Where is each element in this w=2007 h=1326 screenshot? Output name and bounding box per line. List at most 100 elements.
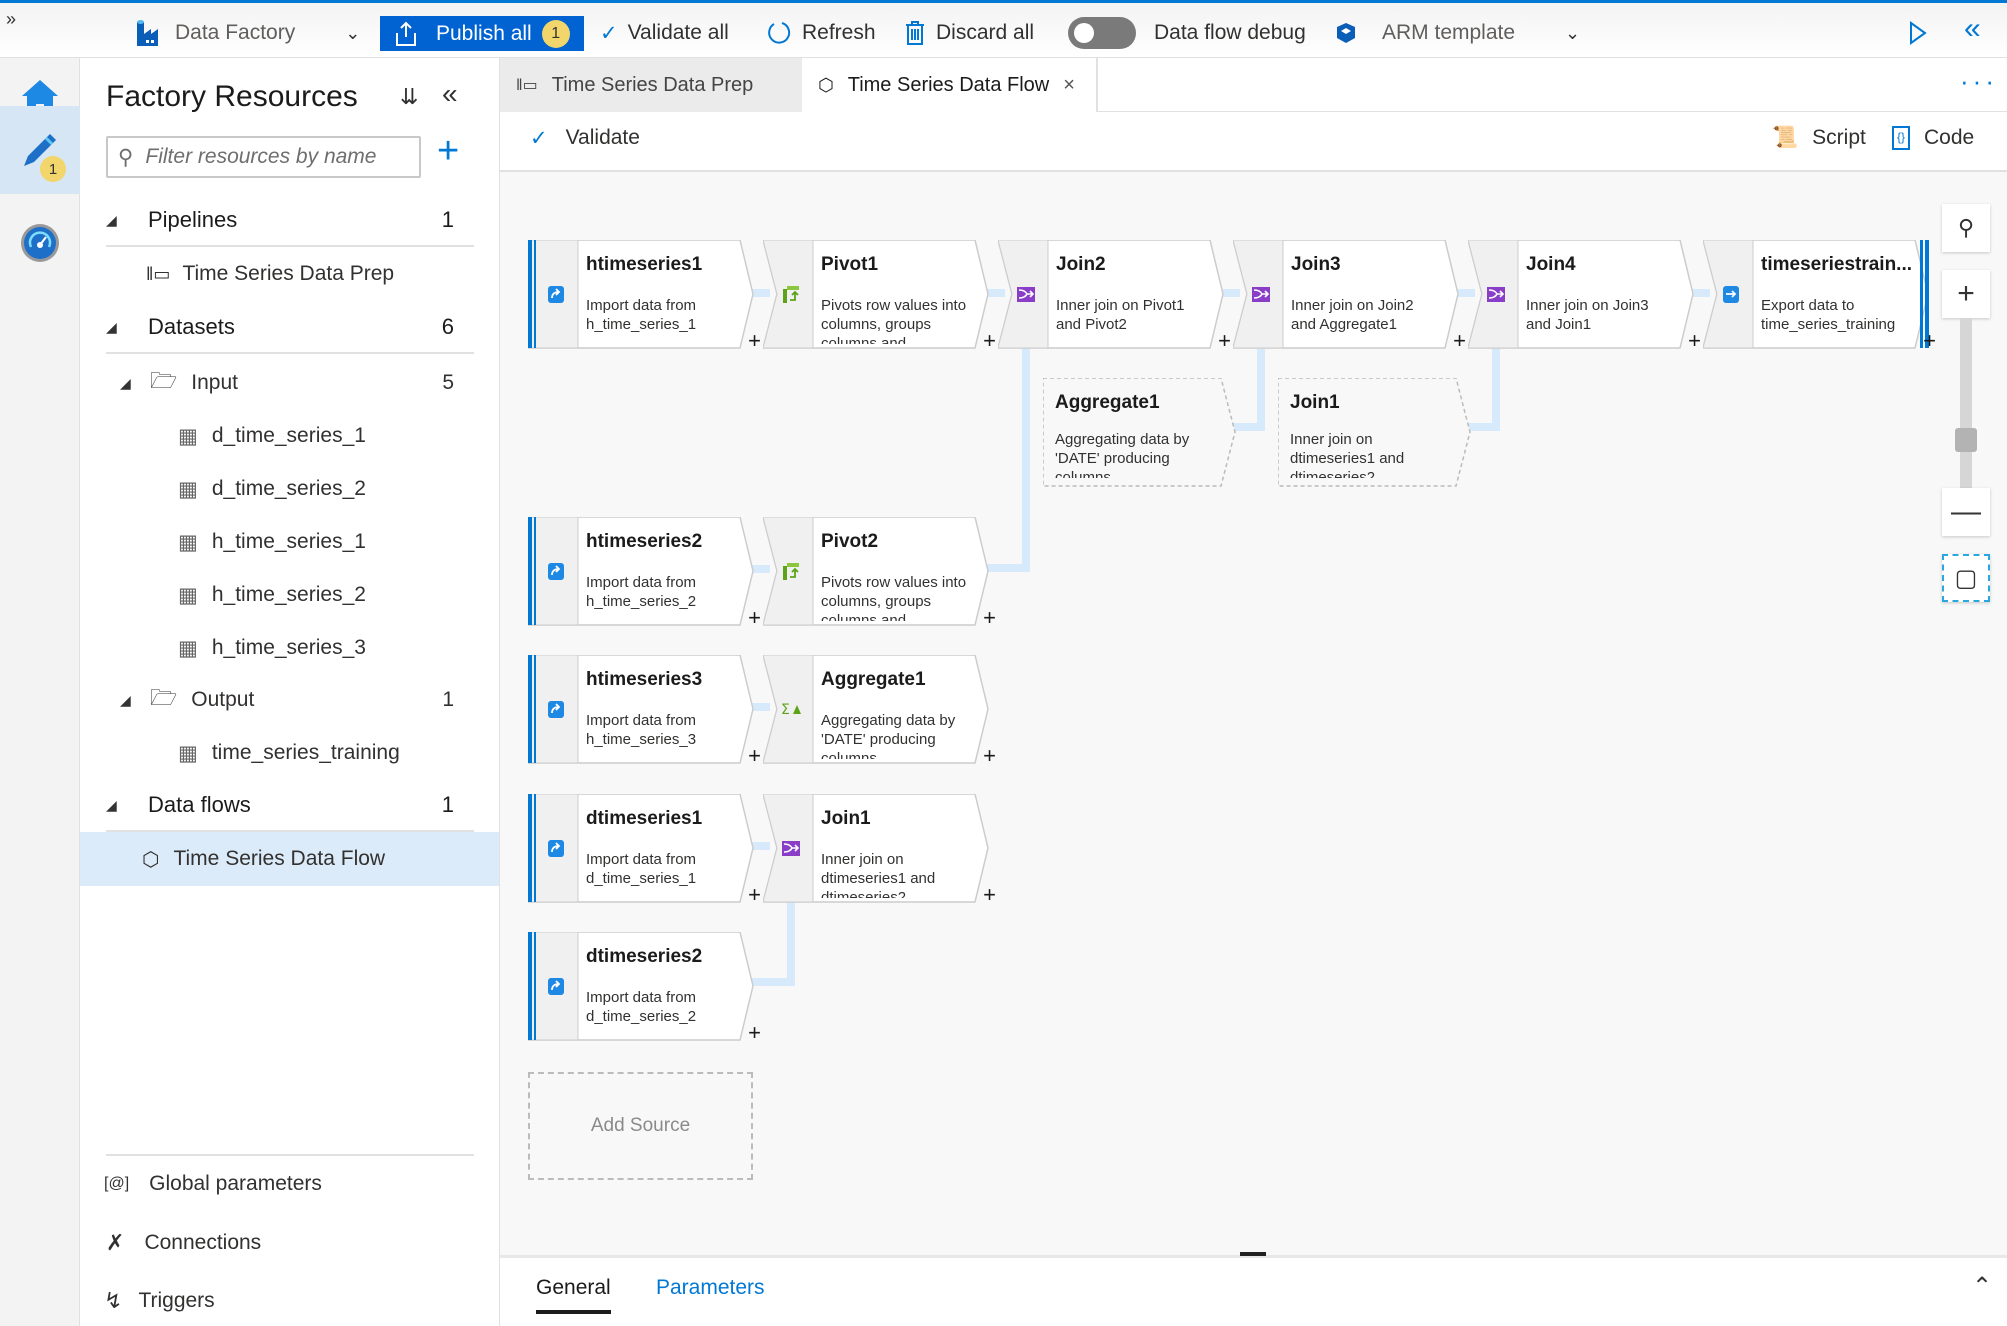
collapse-all-icon[interactable]: ⇊ — [400, 84, 418, 110]
add-transform-button[interactable]: + — [1688, 328, 1701, 354]
add-transform-button[interactable]: + — [748, 328, 761, 354]
tree-item-dataset[interactable]: ▦ time_series_training — [178, 733, 546, 773]
connector — [985, 564, 1030, 572]
reference-node[interactable]: Join1 Inner join on dtimeseries1 and dtim… — [1278, 378, 1503, 487]
transform-node[interactable]: dtimeseries1 Import data from d_time_seri… — [528, 794, 761, 907]
zoom-slider-track[interactable] — [1960, 318, 1972, 488]
run-icon[interactable] — [1908, 15, 1928, 51]
expand-rail-icon[interactable]: » — [6, 1, 16, 37]
triggers-link[interactable]: ↯ Triggers — [104, 1288, 215, 1314]
tree-item-dataflow-selected[interactable]: ⬡ Time Series Data Flow — [80, 832, 499, 886]
zoom-out-button[interactable]: — — [1942, 488, 1990, 536]
tree-folder-input[interactable]: ◢ 🗁 Input 5 — [120, 363, 488, 403]
node-title: dtimeseries2 — [586, 946, 703, 967]
author-button[interactable]: 1 — [0, 106, 80, 194]
tab-time-series-data-prep[interactable]: ‖▭ Time Series Data Prep — [500, 58, 802, 112]
transform-node[interactable]: Pivot2 Pivots row values into columns, gr… — [763, 517, 996, 630]
transform-node[interactable]: Join3 Inner join on Join2 and Aggregate1 + — [1233, 240, 1466, 353]
arm-template-label: ARM template — [1382, 21, 1516, 44]
transform-node[interactable]: Join4 Inner join on Join3 and Join1 + — [1468, 240, 1701, 353]
validate-button[interactable]: ✓ Validate — [530, 126, 640, 151]
tree-item-dataset[interactable]: ▦ d_time_series_1 — [178, 416, 546, 456]
tree-item-pipeline[interactable]: ‖▭ Time Series Data Prep — [146, 254, 514, 294]
filter-resources-input[interactable]: ⚲ Filter resources by name — [106, 136, 421, 178]
transform-node[interactable]: Join2 Inner join on Pivot1 and Pivot2 + — [998, 240, 1231, 353]
tree-folder-output[interactable]: ◢ 🗁 Output 1 — [120, 680, 488, 720]
more-options-icon[interactable]: ··· — [1960, 66, 1998, 97]
global-parameters-link[interactable]: [@] Global parameters — [104, 1172, 322, 1196]
add-transform-button[interactable]: + — [748, 605, 761, 631]
top-toolbar: » Data Factory ⌄ Publish all 1 ✓ Validat… — [0, 0, 2007, 58]
discard-all-button[interactable]: Discard all — [904, 15, 1034, 51]
expand-caret-icon[interactable]: ◢ — [120, 375, 150, 392]
validate-all-button[interactable]: ✓ Validate all — [600, 15, 729, 51]
chevron-down-icon[interactable]: ⌄ — [1565, 23, 1580, 44]
expand-caret-icon[interactable]: ◢ — [120, 692, 150, 709]
toggle-switch[interactable] — [1068, 17, 1136, 49]
sink-icon — [1721, 284, 1741, 304]
reference-node[interactable]: Aggregate1 Aggregating data by 'DATE' pro… — [1043, 378, 1268, 487]
expand-caret-icon[interactable]: ◢ — [106, 319, 136, 336]
transform-node[interactable]: Join1 Inner join on dtimeseries1 and dtim… — [763, 794, 996, 907]
tree-item-dataset[interactable]: ▦ h_time_series_2 — [178, 575, 546, 615]
global-parameters-icon: [@] — [104, 1175, 130, 1192]
chevron-up-icon[interactable]: ⌃ — [1972, 1272, 1992, 1301]
zoom-slider-thumb[interactable] — [1955, 428, 1977, 452]
add-transform-button[interactable]: + — [983, 328, 996, 354]
expand-caret-icon[interactable]: ◢ — [106, 797, 136, 814]
resize-handle[interactable] — [1240, 1252, 1266, 1256]
expand-caret-icon[interactable]: ◢ — [106, 212, 136, 229]
tree-item-dataset[interactable]: ▦ h_time_series_1 — [178, 522, 546, 562]
add-transform-button[interactable]: + — [1923, 328, 1936, 354]
tree-pipelines[interactable]: ◢ Pipelines 1 — [106, 195, 474, 247]
publish-all-button[interactable]: Publish all 1 — [380, 16, 584, 51]
transform-node[interactable]: timeseriestrain... Export data to time_se… — [1703, 240, 1936, 353]
add-transform-button[interactable]: + — [983, 743, 996, 769]
tab-time-series-data-flow[interactable]: ⬡ Time Series Data Flow × — [802, 58, 1098, 112]
add-source-button[interactable]: Add Source — [528, 1072, 753, 1180]
collapse-icon[interactable]: « — [1964, 11, 1981, 47]
fit-to-screen-button[interactable]: ▢ — [1942, 554, 1990, 602]
search-canvas-button[interactable]: ⚲ — [1942, 204, 1990, 252]
zoom-in-button[interactable]: + — [1942, 270, 1990, 318]
data-flow-canvas[interactable]: htimeseries1 Import data from h_time_seri… — [500, 172, 2007, 1255]
data-flow-debug-toggle[interactable]: Data flow debug — [1068, 15, 1306, 51]
tree-count: 1 — [442, 688, 454, 711]
add-transform-button[interactable]: + — [983, 882, 996, 908]
tree-label: h_time_series_1 — [211, 530, 366, 553]
tree-dataflows[interactable]: ◢ Data flows 1 — [106, 780, 474, 832]
add-transform-button[interactable]: + — [748, 882, 761, 908]
connections-link[interactable]: ✗ Connections — [106, 1230, 261, 1256]
code-button[interactable]: {} Code — [1892, 126, 1974, 150]
refresh-button[interactable]: Refresh — [766, 15, 876, 51]
add-transform-button[interactable]: + — [1218, 328, 1231, 354]
add-transform-button[interactable]: + — [748, 743, 761, 769]
script-button[interactable]: 📜 Script — [1772, 126, 1866, 150]
add-transform-button[interactable]: + — [748, 1020, 761, 1046]
chevron-down-icon[interactable]: ⌄ — [345, 23, 360, 44]
table-icon: ▦ — [178, 741, 198, 765]
node-description: Import data from h_time_series_1 — [586, 297, 697, 333]
transform-node[interactable]: htimeseries1 Import data from h_time_seri… — [528, 240, 761, 353]
arm-template-button[interactable]: ARM template ⌄ — [1334, 15, 1580, 51]
factory-selector[interactable]: Data Factory ⌄ — [135, 15, 360, 51]
tab-label: General — [536, 1276, 611, 1299]
add-transform-button[interactable]: + — [1453, 328, 1466, 354]
transform-node[interactable]: dtimeseries2 Import data from d_time_seri… — [528, 932, 761, 1045]
monitor-button[interactable] — [0, 204, 80, 282]
close-icon[interactable]: × — [1063, 74, 1075, 97]
tree-datasets[interactable]: ◢ Datasets 6 — [106, 302, 474, 354]
add-resource-button[interactable]: + — [437, 130, 459, 173]
tab-general[interactable]: General — [536, 1276, 611, 1314]
tab-parameters[interactable]: Parameters — [656, 1276, 765, 1300]
transform-node[interactable]: Σ Aggregate1 Aggregating data by 'DATE' pr… — [763, 655, 996, 768]
transform-node[interactable]: htimeseries3 Import data from h_time_seri… — [528, 655, 761, 768]
transform-node[interactable]: Pivot1 Pivots row values into columns, gr… — [763, 240, 996, 353]
node-description: Aggregating data by 'DATE' producing col… — [821, 712, 956, 759]
tree-item-dataset[interactable]: ▦ h_time_series_3 — [178, 628, 546, 668]
transform-node[interactable]: htimeseries2 Import data from h_time_seri… — [528, 517, 761, 630]
add-transform-button[interactable]: + — [983, 605, 996, 631]
tree-item-dataset[interactable]: ▦ d_time_series_2 — [178, 469, 546, 509]
refresh-label: Refresh — [802, 21, 876, 44]
collapse-panel-icon[interactable]: « — [442, 78, 458, 110]
